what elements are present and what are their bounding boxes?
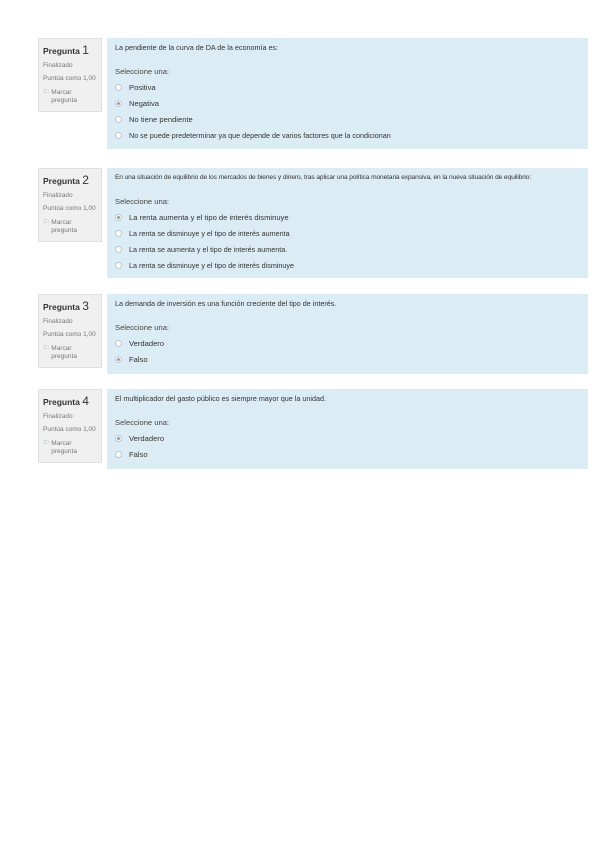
radio-button[interactable] <box>115 83 122 91</box>
option-label: La renta aumenta y el tipo de interés di… <box>129 212 289 222</box>
question-label: Pregunta <box>43 302 80 312</box>
question-number-value: 3 <box>82 299 89 313</box>
flag-icon: ⚐ <box>43 89 50 96</box>
question-grade: Puntúa como 1,00 <box>43 75 96 82</box>
radio-button[interactable] <box>115 355 122 363</box>
option-label: Verdadero <box>129 433 165 443</box>
question-state: Finalizado <box>43 192 73 199</box>
answer-option[interactable]: Falso <box>115 351 580 367</box>
answer-option[interactable]: Negativa <box>115 95 580 111</box>
radio-button[interactable] <box>115 131 122 139</box>
question-number-value: 2 <box>82 173 89 187</box>
flag-icon: ⚐ <box>43 440 50 447</box>
answer-prompt: Seleccione una: <box>115 197 170 206</box>
question-grade: Puntúa como 1,00 <box>43 426 96 433</box>
flag-label: Marcar pregunta <box>51 345 77 360</box>
answer-prompt: Seleccione una: <box>115 323 170 332</box>
question-1: Pregunta 1 Finalizado Puntúa como 1,00 ⚐… <box>38 38 588 149</box>
answer-option[interactable]: La renta se disminuye y el tipo de inter… <box>115 225 580 241</box>
answer-option[interactable]: No tiene pendiente <box>115 111 580 127</box>
question-info: Pregunta 4 Finalizado Puntúa como 1,00 ⚐… <box>38 389 102 463</box>
option-label: Verdadero <box>129 338 165 348</box>
radio-button[interactable] <box>115 339 122 347</box>
question-state: Finalizado <box>43 318 73 325</box>
flag-question-link[interactable]: ⚐ Marcar pregunta <box>43 219 97 235</box>
answer-prompt: Seleccione una: <box>115 67 170 76</box>
option-label: La renta se disminuye y el tipo de inter… <box>129 228 290 238</box>
radio-button[interactable] <box>115 99 122 107</box>
answer-option[interactable]: Verdadero <box>115 430 580 446</box>
answer-option[interactable]: Positiva <box>115 79 580 95</box>
question-number: Pregunta 2 <box>43 174 97 187</box>
question-content: La pendiente de la curva de DA de la eco… <box>107 38 588 149</box>
answer-option[interactable]: La renta se disminuye y el tipo de inter… <box>115 257 580 273</box>
answer-option[interactable]: No se puede predeterminar ya que depende… <box>115 127 580 143</box>
question-text: La demanda de inversión es una función c… <box>115 299 337 308</box>
answer-options: La renta aumenta y el tipo de interés di… <box>115 209 580 273</box>
option-label: La renta se disminuye y el tipo de inter… <box>129 260 295 270</box>
option-label: Falso <box>129 354 148 364</box>
option-label: Falso <box>129 449 148 459</box>
radio-button[interactable] <box>115 245 122 253</box>
question-label: Pregunta <box>43 176 80 186</box>
answer-option[interactable]: Falso <box>115 446 580 462</box>
question-grade: Puntúa como 1,00 <box>43 205 96 212</box>
question-content: El multiplicador del gasto público es si… <box>107 389 588 469</box>
radio-button[interactable] <box>115 261 122 269</box>
question-info: Pregunta 1 Finalizado Puntúa como 1,00 ⚐… <box>38 38 102 112</box>
question-4: Pregunta 4 Finalizado Puntúa como 1,00 ⚐… <box>38 389 588 469</box>
answer-option[interactable]: Verdadero <box>115 335 580 351</box>
radio-button[interactable] <box>115 450 122 458</box>
option-label: No tiene pendiente <box>129 114 193 124</box>
question-content: En una situación de equilibrio de los me… <box>107 168 588 278</box>
radio-button[interactable] <box>115 115 122 123</box>
question-number: Pregunta 3 <box>43 300 97 313</box>
option-label: Negativa <box>129 98 159 108</box>
answer-option[interactable]: La renta se aumenta y el tipo de interés… <box>115 241 580 257</box>
question-label: Pregunta <box>43 397 80 407</box>
answer-options: Verdadero Falso <box>115 335 580 367</box>
answer-options: Positiva Negativa No tiene pendiente No … <box>115 79 580 143</box>
question-number: Pregunta 1 <box>43 44 97 57</box>
question-label: Pregunta <box>43 46 80 56</box>
question-number-value: 4 <box>82 394 89 408</box>
answer-option[interactable]: La renta aumenta y el tipo de interés di… <box>115 209 580 225</box>
flag-question-link[interactable]: ⚐ Marcar pregunta <box>43 440 97 456</box>
question-info: Pregunta 3 Finalizado Puntúa como 1,00 ⚐… <box>38 294 102 368</box>
flag-question-link[interactable]: ⚐ Marcar pregunta <box>43 89 97 105</box>
question-state: Finalizado <box>43 62 73 69</box>
radio-button[interactable] <box>115 434 122 442</box>
question-content: La demanda de inversión es una función c… <box>107 294 588 374</box>
option-label: Positiva <box>129 82 156 92</box>
option-label: La renta se aumenta y el tipo de interés… <box>129 244 288 254</box>
answer-options: Verdadero Falso <box>115 430 580 462</box>
question-text: En una situación de equilibrio de los me… <box>115 174 532 181</box>
flag-icon: ⚐ <box>43 219 50 226</box>
question-2: Pregunta 2 Finalizado Puntúa como 1,00 ⚐… <box>38 168 588 278</box>
question-number-value: 1 <box>82 43 89 57</box>
flag-label: Marcar pregunta <box>51 89 77 104</box>
radio-button[interactable] <box>115 213 122 221</box>
question-text: La pendiente de la curva de DA de la eco… <box>115 43 279 52</box>
flag-question-link[interactable]: ⚐ Marcar pregunta <box>43 345 97 361</box>
flag-icon: ⚐ <box>43 345 50 352</box>
question-info: Pregunta 2 Finalizado Puntúa como 1,00 ⚐… <box>38 168 102 242</box>
question-3: Pregunta 3 Finalizado Puntúa como 1,00 ⚐… <box>38 294 588 374</box>
question-state: Finalizado <box>43 413 73 420</box>
question-grade: Puntúa como 1,00 <box>43 331 96 338</box>
radio-button[interactable] <box>115 229 122 237</box>
answer-prompt: Seleccione una: <box>115 418 170 427</box>
question-text: El multiplicador del gasto público es si… <box>115 394 326 403</box>
option-label: No se puede predeterminar ya que depende… <box>129 130 391 140</box>
flag-label: Marcar pregunta <box>51 440 77 455</box>
flag-label: Marcar pregunta <box>51 219 77 234</box>
question-number: Pregunta 4 <box>43 395 97 408</box>
